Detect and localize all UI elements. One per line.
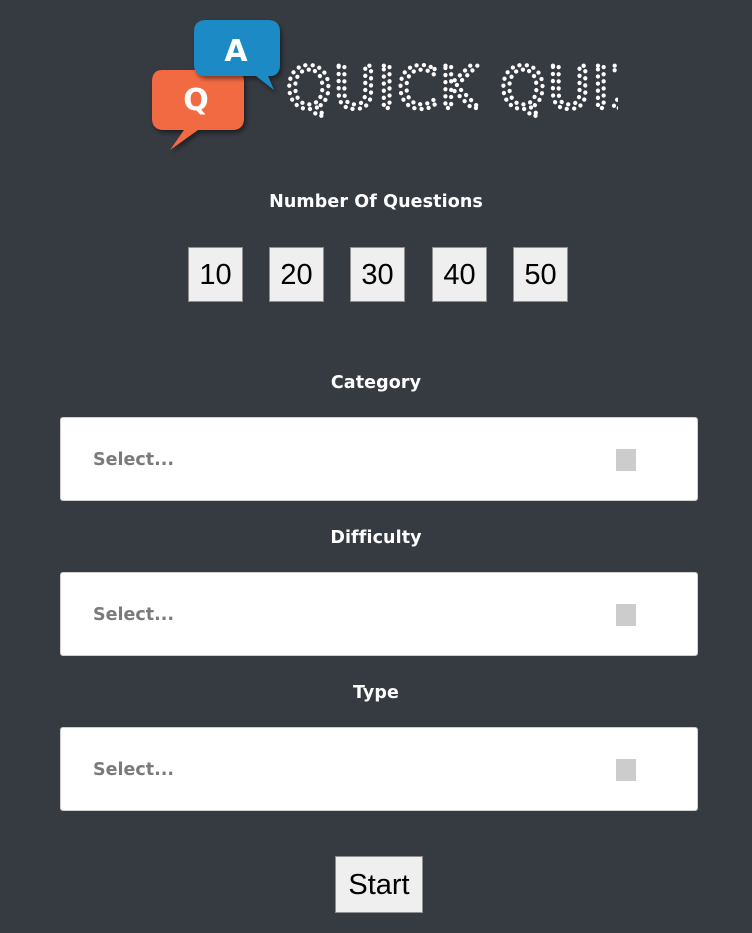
dropdown-indicator-icon bbox=[616, 604, 636, 626]
difficulty-select[interactable]: Select... bbox=[60, 572, 698, 656]
difficulty-select-placeholder: Select... bbox=[93, 605, 175, 625]
logo-q-letter: Q bbox=[183, 83, 209, 118]
questions-label: Number Of Questions bbox=[269, 192, 483, 212]
category-select-placeholder: Select... bbox=[93, 450, 175, 470]
question-count-30-button[interactable]: 30 bbox=[350, 247, 405, 302]
question-count-group: 10 20 30 40 50 bbox=[188, 247, 570, 304]
type-select[interactable]: Select... bbox=[60, 727, 698, 811]
app-logo: Q A QUICK QUIZ bbox=[148, 18, 618, 158]
question-count-40-button[interactable]: 40 bbox=[432, 247, 487, 302]
difficulty-label: Difficulty bbox=[330, 528, 422, 548]
category-label: Category bbox=[330, 373, 422, 393]
question-count-20-button[interactable]: 20 bbox=[269, 247, 324, 302]
start-button[interactable]: Start bbox=[335, 856, 423, 913]
category-select[interactable]: Select... bbox=[60, 417, 698, 501]
type-select-placeholder: Select... bbox=[93, 760, 175, 780]
dropdown-indicator-icon bbox=[616, 759, 636, 781]
app-title: QUICK QUIZ bbox=[286, 54, 618, 122]
qa-bubbles-icon: Q A QUICK QUIZ bbox=[152, 20, 618, 150]
dropdown-indicator-icon bbox=[616, 449, 636, 471]
logo-a-letter: A bbox=[224, 34, 248, 69]
question-count-50-button[interactable]: 50 bbox=[513, 247, 568, 302]
question-count-10-button[interactable]: 10 bbox=[188, 247, 243, 302]
type-label: Type bbox=[352, 683, 400, 703]
